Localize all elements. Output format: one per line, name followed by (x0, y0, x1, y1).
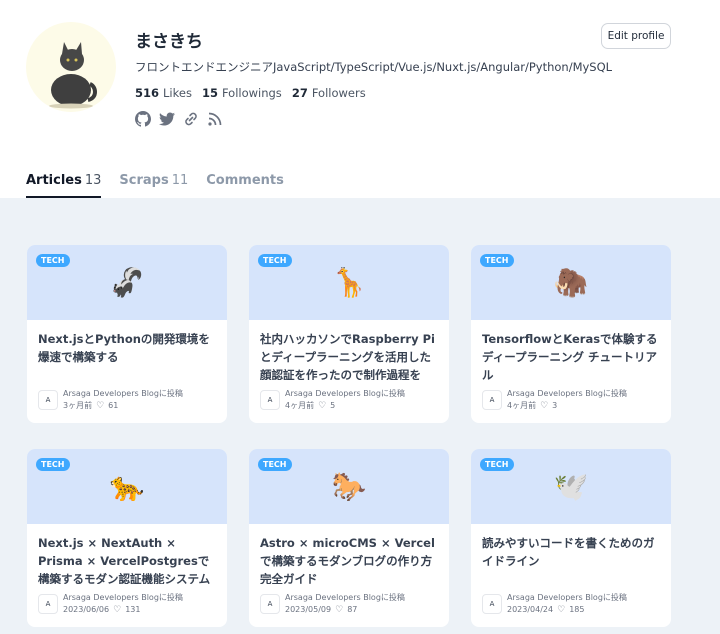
like-count: 131 (125, 605, 141, 614)
article-card[interactable]: TECH 🐆 Next.js × NextAuth × Prisma × Ver… (27, 449, 227, 627)
article-title[interactable]: Astro × microCMS × Vercelで構築するモダンブログの作り方… (249, 524, 449, 584)
heart-icon: ♡ (318, 401, 327, 411)
article-date: 2023/05/09 (285, 605, 332, 614)
likes-count: 516 (135, 86, 160, 100)
publication-name[interactable]: Arsaga Developers Blogに投稿 (285, 592, 405, 604)
like-count: 87 (347, 605, 358, 614)
publication-logo-icon[interactable]: A (482, 390, 502, 410)
likes-label: Likes (163, 86, 192, 100)
publication-logo-icon[interactable]: A (260, 390, 280, 410)
article-title[interactable]: TensorflowとKerasで体験するディープラーニング チュートリアル (471, 320, 671, 380)
tab-label: Scraps (119, 173, 169, 188)
article-title[interactable]: 社内ハッカソンでRaspberry Piとディープラーニングを活用した顔認証を作… (249, 320, 449, 380)
profile-header: まさきち フロントエンドエンジニアJavaScript/TypeScript/V… (0, 0, 720, 198)
github-icon[interactable] (135, 111, 151, 127)
tab-label: Articles (26, 173, 82, 188)
likes-stat[interactable]: 516 Likes (135, 86, 192, 100)
article-date: 4ヶ月前 (285, 401, 315, 410)
publication-name[interactable]: Arsaga Developers Blogに投稿 (507, 592, 627, 604)
article-meta: A Arsaga Developers Blogに投稿 4ヶ月前 ♡ 5 (260, 388, 405, 412)
article-title[interactable]: 読みやすいコードを書くためのガイドライン (471, 524, 671, 584)
like-count: 185 (569, 605, 585, 614)
dove-emoji-icon: 🕊️ (553, 470, 589, 503)
profile-stats: 516 Likes 15 Followings 27 Followers (135, 86, 366, 100)
skunk-emoji-icon: 🦨 (109, 266, 145, 299)
article-date: 4ヶ月前 (507, 401, 537, 410)
article-meta: A Arsaga Developers Blogに投稿 2023/06/06 ♡ 1… (38, 592, 183, 616)
article-meta: A Arsaga Developers Blogに投稿 4ヶ月前 ♡ 3 (482, 388, 627, 412)
profile-bio: フロントエンドエンジニアJavaScript/TypeScript/Vue.js… (135, 60, 613, 74)
cat-avatar-image (49, 42, 97, 109)
publication-name[interactable]: Arsaga Developers Blogに投稿 (63, 388, 183, 400)
link-icon[interactable] (183, 111, 199, 127)
giraffe-emoji-icon: 🦒 (331, 266, 367, 299)
tab-scraps[interactable]: Scraps 11 (119, 173, 188, 198)
article-card[interactable]: TECH 🦣 TensorflowとKerasで体験するディープラーニング チュ… (471, 245, 671, 423)
avatar[interactable] (26, 22, 116, 112)
followings-count: 15 (201, 86, 218, 100)
article-card[interactable]: TECH 🦨 Next.jsとPythonの開発環境を爆速で構築する A Ars… (27, 245, 227, 423)
like-count: 3 (552, 401, 558, 410)
article-meta: A Arsaga Developers Blogに投稿 2023/05/09 ♡ 8… (260, 592, 405, 616)
tab-count: 11 (171, 173, 189, 188)
like-count: 61 (108, 401, 119, 410)
card-thumbnail: TECH 🐎 (249, 449, 449, 524)
profile-tabs: Articles 13 Scraps 11 Comments (26, 173, 284, 198)
article-date: 2023/06/06 (63, 605, 110, 614)
followers-count: 27 (291, 86, 308, 100)
article-title[interactable]: Next.jsとPythonの開発環境を爆速で構築する (27, 320, 227, 380)
followings-stat[interactable]: 15 Followings (202, 86, 282, 100)
publication-logo-icon[interactable]: A (260, 594, 280, 614)
publication-logo-icon[interactable]: A (38, 390, 58, 410)
followers-stat[interactable]: 27 Followers (292, 86, 366, 100)
article-card[interactable]: TECH 🕊️ 読みやすいコードを書くためのガイドライン A Arsaga De… (471, 449, 671, 627)
article-title[interactable]: Next.js × NextAuth × Prisma × VercelPost… (27, 524, 227, 584)
article-meta: A Arsaga Developers Blogに投稿 2023/04/24 ♡ 1… (482, 592, 627, 616)
heart-icon: ♡ (113, 605, 122, 615)
publication-name[interactable]: Arsaga Developers Blogに投稿 (63, 592, 183, 604)
article-date: 2023/04/24 (507, 605, 554, 614)
card-thumbnail: TECH 🦒 (249, 245, 449, 320)
leopard-emoji-icon: 🐆 (109, 470, 145, 503)
heart-icon: ♡ (540, 401, 549, 411)
publication-logo-icon[interactable]: A (38, 594, 58, 614)
publication-name[interactable]: Arsaga Developers Blogに投稿 (285, 388, 405, 400)
article-feed: TECH 🦨 Next.jsとPythonの開発環境を爆速で構築する A Ars… (0, 198, 720, 634)
article-card[interactable]: TECH 🦒 社内ハッカソンでRaspberry Piとディープラーニングを活用… (249, 245, 449, 423)
like-count: 5 (330, 401, 336, 410)
card-thumbnail: TECH 🦣 (471, 245, 671, 320)
rss-icon[interactable] (207, 111, 223, 127)
profile-name: まさきち (135, 32, 203, 52)
tab-articles[interactable]: Articles 13 (26, 173, 102, 198)
card-thumbnail: TECH 🐆 (27, 449, 227, 524)
heart-icon: ♡ (335, 605, 344, 615)
twitter-icon[interactable] (159, 111, 175, 127)
article-meta: A Arsaga Developers Blogに投稿 3ヶ月前 ♡ 61 (38, 388, 183, 412)
mammoth-emoji-icon: 🦣 (553, 266, 589, 299)
followers-label: Followers (311, 86, 366, 100)
followings-label: Followings (221, 86, 282, 100)
publication-name[interactable]: Arsaga Developers Blogに投稿 (507, 388, 627, 400)
article-card[interactable]: TECH 🐎 Astro × microCMS × Vercelで構築するモダン… (249, 449, 449, 627)
article-date: 3ヶ月前 (63, 401, 93, 410)
tab-label: Comments (206, 173, 284, 188)
tab-comments[interactable]: Comments (206, 173, 284, 198)
card-thumbnail: TECH 🦨 (27, 245, 227, 320)
heart-icon: ♡ (96, 401, 105, 411)
publication-logo-icon[interactable]: A (482, 594, 502, 614)
social-links (135, 111, 223, 127)
heart-icon: ♡ (557, 605, 566, 615)
horse-emoji-icon: 🐎 (331, 470, 367, 503)
edit-profile-button[interactable]: Edit profile (601, 23, 671, 49)
card-thumbnail: TECH 🕊️ (471, 449, 671, 524)
tab-count: 13 (84, 173, 102, 188)
